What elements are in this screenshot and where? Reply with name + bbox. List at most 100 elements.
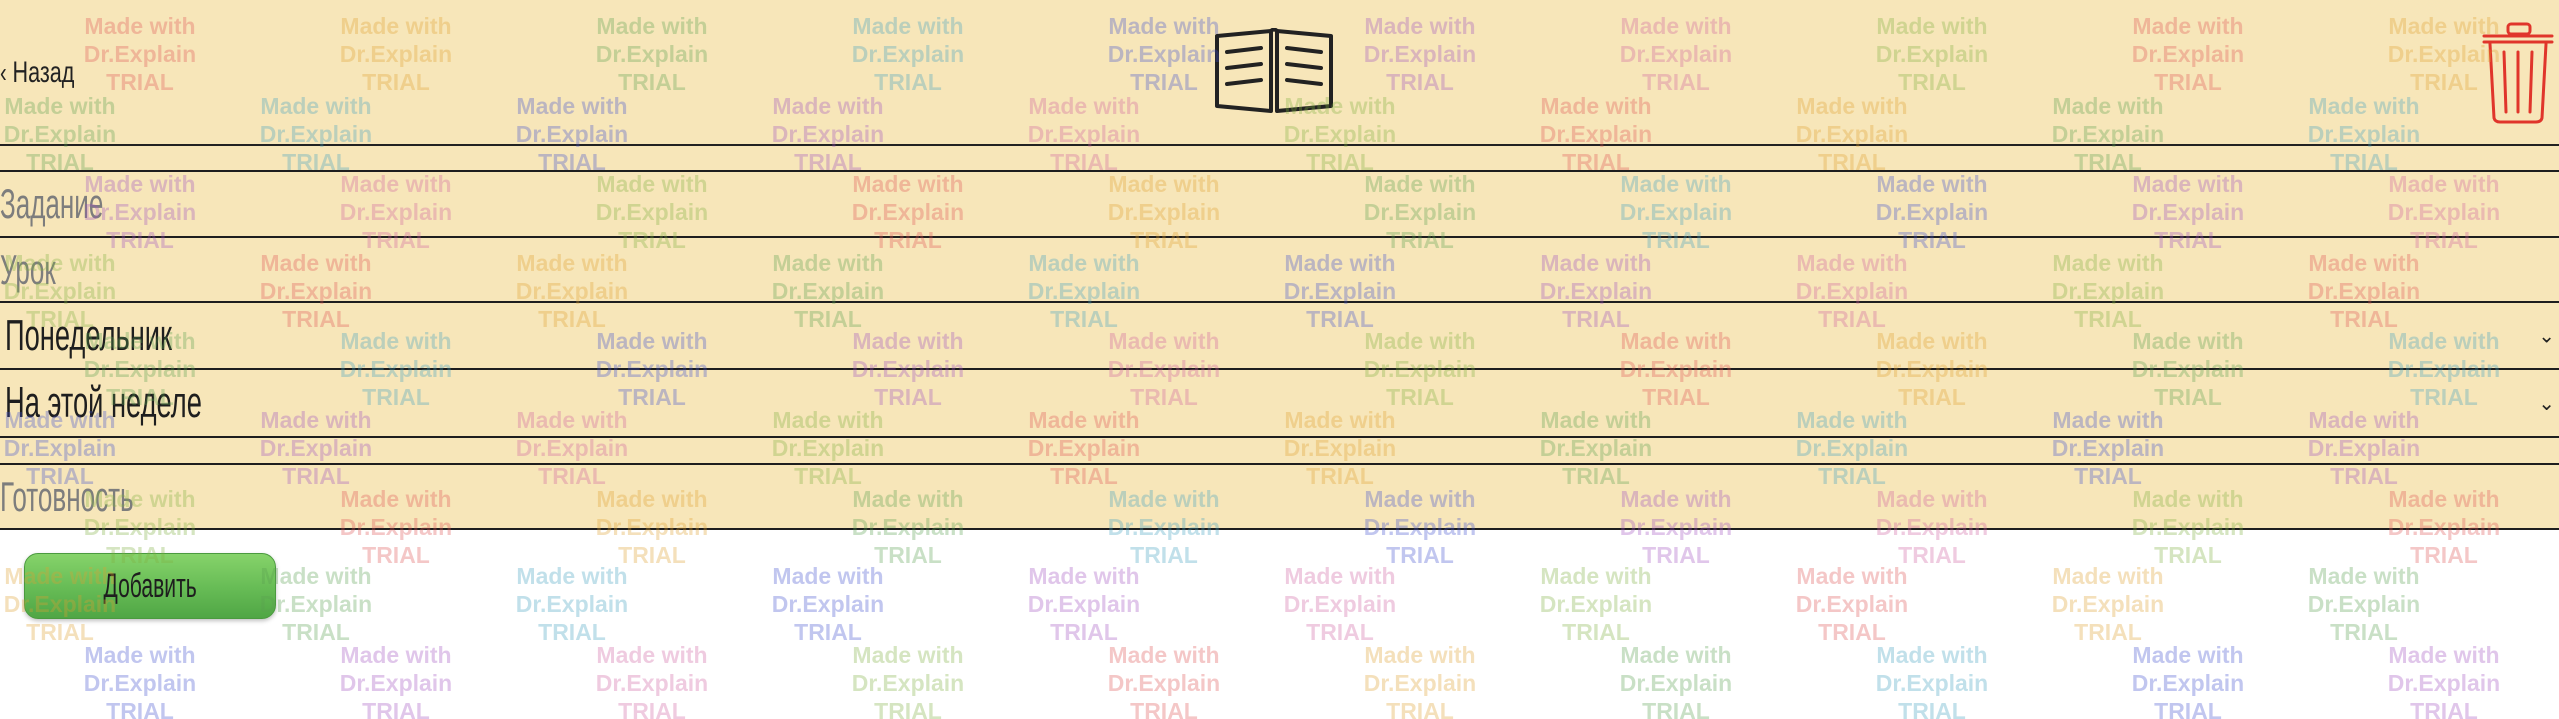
trial-watermark-line: TRIAL xyxy=(1050,619,1118,645)
trial-watermark-line: Dr.Explain xyxy=(1539,591,1653,617)
trial-watermark-line: Made with xyxy=(2052,563,2164,589)
trial-watermark-line: TRIAL xyxy=(362,542,430,568)
trial-watermark: Made withDr.ExplainTRIAL xyxy=(808,641,1008,719)
trial-watermark-line: TRIAL xyxy=(106,698,174,719)
trial-watermark-line: TRIAL xyxy=(2074,619,2142,645)
trial-watermark: Made withDr.ExplainTRIAL xyxy=(2344,641,2544,719)
trial-watermark-line: TRIAL xyxy=(618,698,686,719)
add-button-label: Добавить xyxy=(103,566,197,605)
trial-watermark-line: Made with xyxy=(1364,642,1476,668)
trial-watermark-line: Dr.Explain xyxy=(1795,591,1909,617)
trial-watermark-line: TRIAL xyxy=(2330,619,2398,645)
trial-watermark-line: Dr.Explain xyxy=(2051,591,2165,617)
trial-watermark: Made withDr.ExplainTRIAL xyxy=(472,562,672,646)
trial-watermark-line: TRIAL xyxy=(1306,619,1374,645)
week-select[interactable]: На этой неделе ⌄ xyxy=(0,370,2559,436)
trial-watermark-line: Dr.Explain xyxy=(1619,670,1733,696)
trial-watermark-line: Made with xyxy=(2388,642,2500,668)
trial-watermark-line: TRIAL xyxy=(1898,698,1966,719)
trial-watermark-line: Made with xyxy=(1620,642,1732,668)
trial-watermark-line: TRIAL xyxy=(1386,698,1454,719)
trial-watermark-line: Made with xyxy=(2132,642,2244,668)
day-select-value: Понедельник xyxy=(5,311,172,360)
trial-watermark-line: Dr.Explain xyxy=(339,670,453,696)
trial-watermark-line: Dr.Explain xyxy=(1027,591,1141,617)
trial-watermark-line: TRIAL xyxy=(1898,542,1966,568)
back-link[interactable]: ‹ Назад xyxy=(0,52,74,94)
trial-watermark-line: Dr.Explain xyxy=(595,670,709,696)
trial-watermark-line: Dr.Explain xyxy=(2520,590,2559,618)
trial-watermark: Made withDr.ExplainTRIAL xyxy=(984,562,1184,646)
trial-watermark-line: TRIAL xyxy=(1642,542,1710,568)
app-window: ‹ Назад Задание Урок Понедельник ⌄ На эт… xyxy=(0,0,2559,719)
trial-watermark-line: TRIAL xyxy=(874,698,942,719)
trial-watermark-line: Dr.Explain xyxy=(1107,670,1221,696)
trial-watermark-line: TRIAL xyxy=(874,542,942,568)
trial-watermark-line: Made with xyxy=(2520,562,2559,590)
trial-watermark-line: Made with xyxy=(772,563,884,589)
header-bar: ‹ Назад xyxy=(0,0,2559,146)
trial-watermark-line: TRIAL xyxy=(2154,698,2222,719)
trial-watermark-line: Made with xyxy=(2308,563,2420,589)
trial-watermark: Made withDr.ExplainTRIAL xyxy=(2264,562,2464,646)
day-select[interactable]: Понедельник ⌄ xyxy=(0,303,2559,368)
trial-watermark-line: TRIAL xyxy=(282,619,350,645)
trial-watermark-line: Dr.Explain xyxy=(1283,591,1397,617)
trial-watermark-line: Dr.Explain xyxy=(1875,670,1989,696)
readiness-placeholder: Готовность xyxy=(0,473,134,520)
trial-watermark-line: TRIAL xyxy=(2410,698,2478,719)
trial-watermark-line: Dr.Explain xyxy=(83,670,197,696)
trial-watermark-line: TRIAL xyxy=(2154,542,2222,568)
readiness-input[interactable]: Готовность xyxy=(0,465,2559,528)
trial-watermark-line: TRIAL xyxy=(2520,618,2559,646)
chevron-down-icon: ⌄ xyxy=(2538,391,2555,415)
trial-watermark-line: TRIAL xyxy=(1562,619,1630,645)
trash-icon[interactable] xyxy=(2480,22,2556,124)
trial-watermark-line: TRIAL xyxy=(1818,619,1886,645)
trial-watermark-line: Made with xyxy=(340,642,452,668)
trial-watermark: Made withDr.ExplainTRIAL xyxy=(728,562,928,646)
trial-watermark-line: TRIAL xyxy=(2410,542,2478,568)
trial-watermark-line: Dr.Explain xyxy=(515,591,629,617)
trial-watermark-line: Made with xyxy=(1796,563,1908,589)
task-input[interactable]: Задание xyxy=(0,172,2559,236)
trial-watermark-line: Made with xyxy=(596,642,708,668)
trial-watermark: Made withDr.ExplainTRIAL xyxy=(2008,562,2208,646)
trial-watermark-line: Made with xyxy=(1284,563,1396,589)
trial-watermark-line: Dr.Explain xyxy=(2307,591,2421,617)
trial-watermark: Made withDr.ExplainTRIAL xyxy=(1064,641,1264,719)
chevron-down-icon: ⌄ xyxy=(2538,323,2555,347)
trial-watermark: Made withDr.ExplainTRIAL xyxy=(1240,562,1440,646)
lesson-input[interactable]: Урок xyxy=(0,238,2559,301)
trial-watermark-line: Dr.Explain xyxy=(851,670,965,696)
task-form-panel: ‹ Назад Задание Урок Понедельник ⌄ На эт… xyxy=(0,0,2559,530)
lesson-placeholder: Урок xyxy=(0,246,56,293)
trial-watermark-line: Made with xyxy=(84,642,196,668)
trial-watermark: Made withDr.ExplainTRIAL xyxy=(40,641,240,719)
trial-watermark-line: Made with xyxy=(1876,642,1988,668)
open-book-icon xyxy=(1215,28,1333,113)
row-divider xyxy=(0,436,2559,438)
trial-watermark: Made withDr.ExplainTRIAL xyxy=(1496,562,1696,646)
trial-watermark-line: TRIAL xyxy=(26,619,94,645)
week-select-value: На этой неделе xyxy=(5,378,202,427)
trial-watermark-line: Dr.Explain xyxy=(1363,670,1477,696)
trial-watermark-line: TRIAL xyxy=(1386,542,1454,568)
trial-watermark: Made withDr.ExplainTRIAL xyxy=(1832,641,2032,719)
trial-watermark-line: TRIAL xyxy=(618,542,686,568)
task-placeholder: Задание xyxy=(0,180,104,227)
add-button[interactable]: Добавить xyxy=(24,553,276,619)
trial-watermark-line: Made with xyxy=(516,563,628,589)
trial-watermark-line: TRIAL xyxy=(362,698,430,719)
trial-watermark-line: TRIAL xyxy=(538,619,606,645)
back-label: Назад xyxy=(12,56,75,89)
trial-watermark-line: TRIAL xyxy=(1130,542,1198,568)
trial-watermark: Made withDr.ExplainTRIAL xyxy=(1752,562,1952,646)
trial-watermark: Made withDr.ExplainTRIAL xyxy=(1576,641,1776,719)
trial-watermark: Made withDr.ExplainTRIAL xyxy=(552,641,752,719)
trial-watermark-line: TRIAL xyxy=(794,619,862,645)
row-divider xyxy=(0,528,2559,530)
trial-watermark: Made withDr.ExplainTRIAL xyxy=(2088,641,2288,719)
trial-watermark-line: Made with xyxy=(1028,563,1140,589)
trial-watermark-line: Dr.Explain xyxy=(2131,670,2245,696)
